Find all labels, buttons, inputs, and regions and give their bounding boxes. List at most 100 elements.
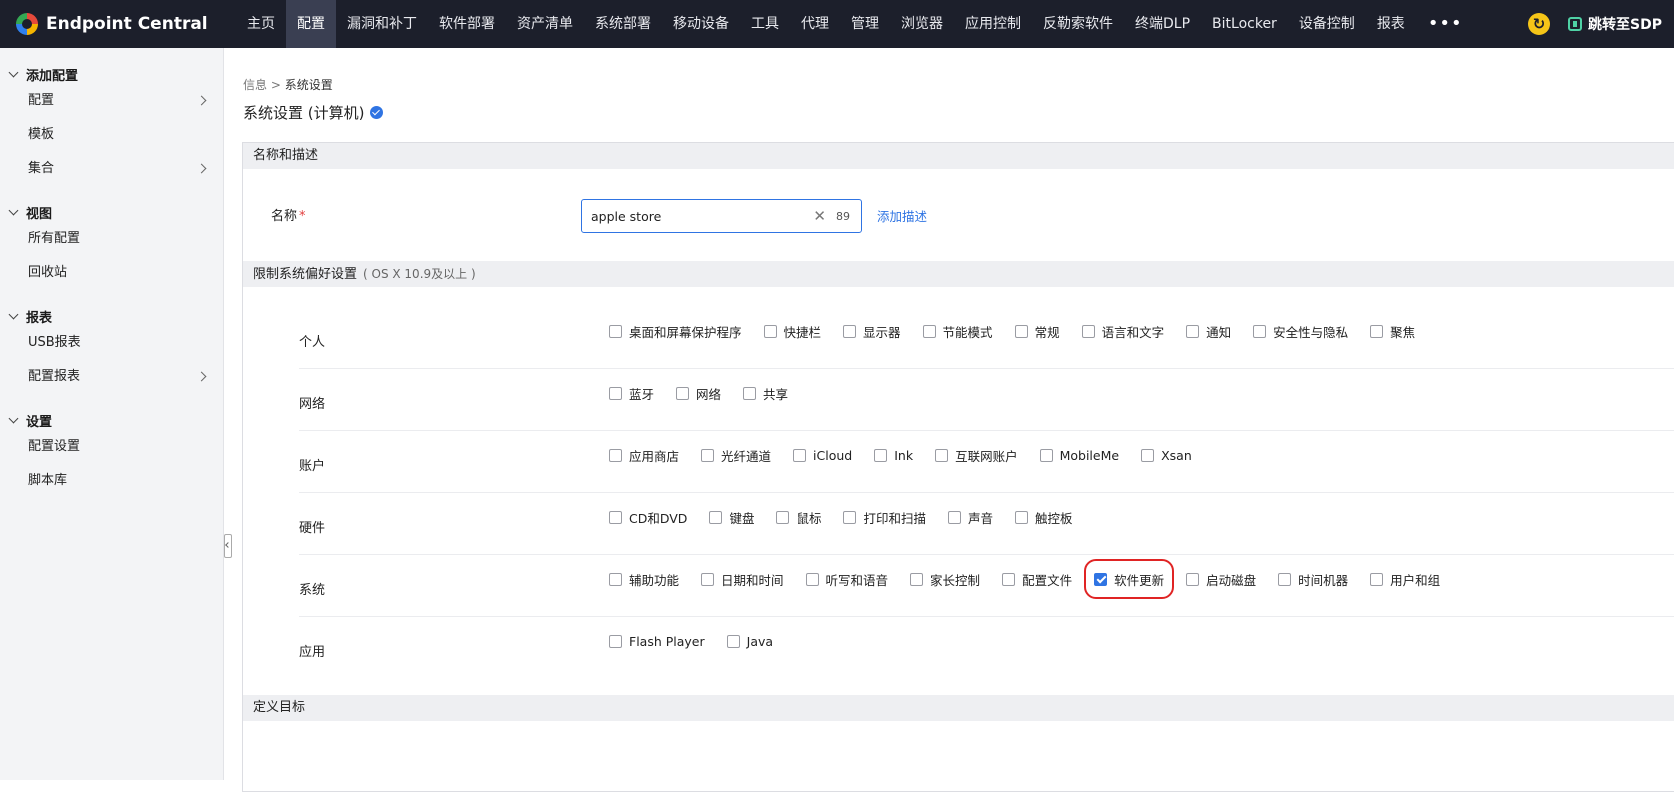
checkbox[interactable] — [609, 634, 622, 648]
nav-item-2[interactable]: 漏洞和补丁 — [336, 0, 428, 48]
preference-checkbox-option[interactable]: 打印和扫描 — [843, 507, 926, 527]
preference-checkbox-option[interactable]: 启动磁盘 — [1186, 569, 1256, 589]
checkbox[interactable] — [609, 386, 622, 400]
preference-checkbox-option[interactable]: 日期和时间 — [701, 569, 784, 589]
preference-checkbox-option[interactable]: 鼠标 — [776, 507, 821, 527]
preference-checkbox-option[interactable]: 软件更新 — [1084, 559, 1175, 599]
preference-checkbox-option[interactable]: Xsan — [1141, 445, 1192, 465]
preference-checkbox-option[interactable]: 用户和组 — [1370, 569, 1440, 589]
checkbox[interactable] — [805, 572, 819, 586]
preference-checkbox-option[interactable]: 家长控制 — [910, 569, 980, 589]
checkbox[interactable] — [1014, 324, 1028, 338]
preference-checkbox-option[interactable]: 共享 — [743, 383, 788, 403]
checkbox[interactable] — [1015, 510, 1028, 524]
nav-item-13[interactable]: 终端DLP — [1124, 0, 1201, 48]
sidebar-item[interactable]: 模板 — [0, 118, 223, 152]
checkbox[interactable] — [1081, 324, 1095, 338]
preference-checkbox-option[interactable]: 听写和语音 — [805, 569, 888, 589]
preference-checkbox-option[interactable]: 互联网账户 — [935, 445, 1018, 465]
checkbox[interactable] — [1253, 324, 1267, 338]
preference-checkbox-option[interactable]: 蓝牙 — [609, 383, 654, 403]
more-menu-icon[interactable]: ••• — [1416, 0, 1475, 48]
preference-checkbox-option[interactable]: 常规 — [1014, 321, 1060, 341]
name-input[interactable] — [591, 208, 814, 224]
sidebar-item[interactable]: 配置报表 — [0, 360, 223, 394]
preference-checkbox-option[interactable]: Flash Player — [609, 631, 705, 651]
nav-item-8[interactable]: 代理 — [790, 0, 840, 48]
nav-item-0[interactable]: 主页 — [236, 0, 286, 48]
sidebar-item[interactable]: 回收站 — [0, 256, 223, 290]
preference-checkbox-option[interactable]: 键盘 — [709, 507, 754, 527]
checkbox[interactable] — [793, 448, 807, 462]
checkbox[interactable] — [843, 510, 857, 524]
preference-checkbox-option[interactable]: MobileMe — [1039, 445, 1119, 465]
nav-item-4[interactable]: 资产清单 — [506, 0, 584, 48]
preference-checkbox-option[interactable]: 通知 — [1186, 321, 1231, 341]
nav-item-9[interactable]: 管理 — [840, 0, 890, 48]
preference-checkbox-option[interactable]: 辅助功能 — [609, 569, 679, 589]
checkbox[interactable] — [609, 572, 622, 586]
preference-checkbox-option[interactable]: 时间机器 — [1278, 569, 1348, 589]
checkbox[interactable] — [1186, 572, 1200, 586]
nav-item-3[interactable]: 软件部署 — [428, 0, 506, 48]
preference-checkbox-option[interactable]: 安全性与隐私 — [1253, 321, 1348, 341]
sidebar-item[interactable]: 脚本库 — [0, 464, 223, 498]
checkbox[interactable] — [910, 572, 924, 586]
breadcrumb-parent[interactable]: 信息 — [243, 78, 267, 92]
preference-checkbox-option[interactable]: Ink — [874, 445, 913, 465]
checkbox[interactable] — [726, 634, 740, 648]
sidebar-group-header[interactable]: 设置 — [0, 410, 223, 430]
sidebar-group-header[interactable]: 视图 — [0, 202, 223, 222]
sidebar-item[interactable]: 所有配置 — [0, 222, 223, 256]
checkbox[interactable] — [922, 324, 936, 338]
checkbox[interactable] — [676, 386, 690, 400]
checkbox[interactable] — [874, 448, 888, 462]
checkbox[interactable] — [1370, 324, 1384, 338]
nav-item-11[interactable]: 应用控制 — [954, 0, 1032, 48]
nav-item-15[interactable]: 设备控制 — [1288, 0, 1366, 48]
preference-checkbox-option[interactable]: 显示器 — [843, 321, 901, 341]
checkbox[interactable] — [1002, 572, 1016, 586]
preference-checkbox-option[interactable]: 桌面和屏幕保护程序 — [609, 321, 742, 341]
nav-item-1[interactable]: 配置 — [286, 0, 336, 48]
checkbox[interactable] — [843, 324, 857, 338]
checkbox[interactable] — [763, 324, 777, 338]
sidebar-group-header[interactable]: 报表 — [0, 306, 223, 326]
preference-checkbox-option[interactable]: 触控板 — [1015, 507, 1073, 527]
refresh-icon[interactable]: ↻ — [1528, 13, 1551, 35]
preference-checkbox-option[interactable]: 配置文件 — [1002, 569, 1072, 589]
preference-checkbox-option[interactable]: 语言和文字 — [1081, 321, 1164, 341]
nav-item-7[interactable]: 工具 — [740, 0, 790, 48]
preference-checkbox-option[interactable]: 光纤通道 — [701, 445, 771, 465]
preference-checkbox-option[interactable]: 应用商店 — [609, 445, 679, 465]
preference-checkbox-option[interactable]: 快捷栏 — [763, 321, 821, 341]
checkbox[interactable] — [743, 386, 757, 400]
checkbox[interactable] — [1141, 448, 1155, 462]
preference-checkbox-option[interactable]: 声音 — [947, 507, 993, 527]
checkbox[interactable] — [1186, 324, 1200, 338]
jump-to-sdp-link[interactable]: 跳转至SDP — [1568, 14, 1674, 34]
nav-item-12[interactable]: 反勒索软件 — [1032, 0, 1124, 48]
checkbox[interactable] — [776, 510, 790, 524]
add-description-link[interactable]: 添加描述 — [877, 206, 927, 225]
checkbox[interactable] — [609, 448, 622, 462]
sidebar-item[interactable]: 集合 — [0, 152, 223, 186]
checkbox[interactable] — [609, 510, 622, 524]
preference-checkbox-option[interactable]: iCloud — [793, 445, 852, 465]
clear-icon[interactable]: ✕ — [813, 207, 826, 225]
nav-item-6[interactable]: 移动设备 — [662, 0, 740, 48]
checkbox[interactable] — [1278, 572, 1292, 586]
nav-item-5[interactable]: 系统部署 — [584, 0, 662, 48]
checkbox[interactable] — [935, 448, 949, 462]
checkbox[interactable] — [701, 448, 715, 462]
sidebar-item[interactable]: 配置 — [0, 84, 223, 118]
checkbox[interactable] — [609, 324, 622, 338]
checkbox[interactable] — [709, 510, 723, 524]
nav-item-14[interactable]: BitLocker — [1201, 0, 1288, 48]
preference-checkbox-option[interactable]: 聚焦 — [1370, 321, 1415, 341]
brand[interactable]: Endpoint Central — [0, 13, 236, 35]
checkbox[interactable] — [1039, 448, 1053, 462]
preference-checkbox-option[interactable]: 节能模式 — [922, 321, 993, 341]
nav-item-10[interactable]: 浏览器 — [890, 0, 954, 48]
sidebar-collapse-handle-icon[interactable] — [224, 534, 232, 558]
